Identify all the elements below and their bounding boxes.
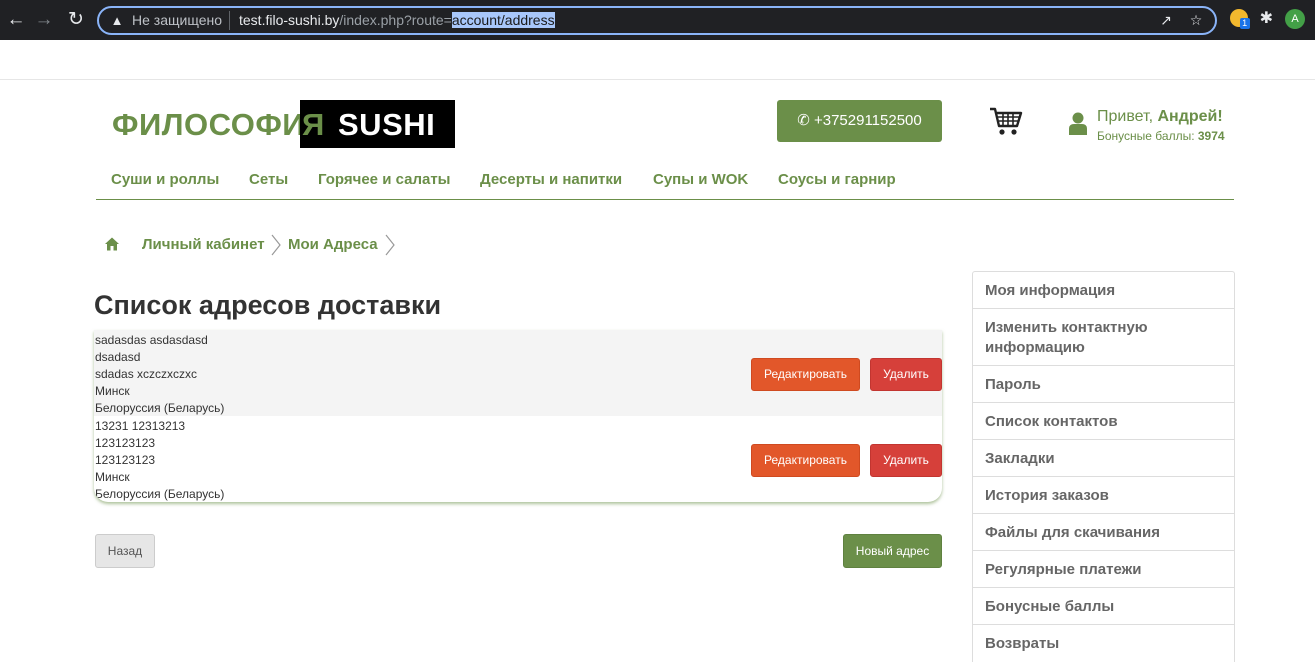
sidebar-item-contacts[interactable]: Список контактов xyxy=(973,403,1234,440)
edit-address-button[interactable]: Редактировать xyxy=(751,358,860,391)
reload-icon[interactable]: ↻ xyxy=(64,8,88,32)
address-text: 13231 12313213 123123123 123123123 Минск Бел… xyxy=(95,419,225,501)
phone-button[interactable]: ✆ +375291152500 xyxy=(777,100,942,142)
page-title: Список адресов доставки xyxy=(94,290,442,320)
back-arrow-icon[interactable]: ← xyxy=(4,8,28,32)
address-text: sadasdas asdasdasd dsadasd sdadas xczczxcz… xyxy=(95,333,225,415)
url-text[interactable]: test.filo-sushi.by/index.php?route=accou… xyxy=(239,12,555,29)
sidebar-item-edit-contact[interactable]: Изменить контактную информацию xyxy=(973,309,1234,366)
back-button[interactable]: Назад xyxy=(95,534,155,568)
delete-address-button[interactable]: Удалить xyxy=(870,444,942,477)
account-sidebar: Моя информация Изменить контактную инфор… xyxy=(972,271,1235,662)
menu-item-sets[interactable]: Сеты xyxy=(249,171,288,189)
user-greeting[interactable]: Привет, Андрей! xyxy=(1097,107,1223,126)
main-menu: Суши и роллы Сеты Горячее и салаты Десер… xyxy=(96,163,1234,200)
menu-item-hot-salads[interactable]: Горячее и салаты xyxy=(318,171,450,189)
sidebar-item-bookmarks[interactable]: Закладки xyxy=(973,440,1234,477)
warning-icon[interactable]: ▲ xyxy=(109,12,125,28)
sidebar-item-recurring[interactable]: Регулярные платежи xyxy=(973,551,1234,588)
url-host: test.filo-sushi.by xyxy=(239,12,340,28)
sidebar-item-order-history[interactable]: История заказов xyxy=(973,477,1234,514)
url-selected-text: account/address xyxy=(451,12,555,28)
menu-item-desserts-drinks[interactable]: Десерты и напитки xyxy=(480,171,622,189)
extension-badge: 1 xyxy=(1239,18,1250,29)
phone-icon: ✆ xyxy=(797,112,810,129)
logo-text-sushi: SUSHI xyxy=(338,107,436,142)
sidebar-item-downloads[interactable]: Файлы для скачивания xyxy=(973,514,1234,551)
sidebar-item-returns[interactable]: Возвраты xyxy=(973,625,1234,662)
sidebar-item-password[interactable]: Пароль xyxy=(973,366,1234,403)
user-name[interactable]: Андрей! xyxy=(1157,108,1222,125)
logo-text-green: ФИЛОСОФИ xyxy=(112,107,306,142)
browser-toolbar: ← → ↻ ▲ Не защищено test.filo-sushi.by/i… xyxy=(0,0,1315,40)
menu-item-soups-wok[interactable]: Супы и WOK xyxy=(653,171,748,189)
sidebar-item-bonus[interactable]: Бонусные баллы xyxy=(973,588,1234,625)
user-icon[interactable] xyxy=(1068,112,1088,136)
edit-address-button[interactable]: Редактировать xyxy=(751,444,860,477)
share-icon[interactable]: ↗ xyxy=(1155,11,1177,30)
logo-letter-ya: Я xyxy=(302,107,325,142)
table-row: sadasdas asdasdasd dsadasd sdadas xczczxcz… xyxy=(94,330,942,416)
url-path: /index.php?route= xyxy=(339,12,452,28)
url-divider xyxy=(229,11,230,30)
menu-item-sauces-garnish[interactable]: Соусы и гарнир xyxy=(778,171,896,189)
chevron-right-icon xyxy=(385,234,395,256)
menu-item-sushi-rolls[interactable]: Суши и роллы xyxy=(111,171,219,189)
bookmark-star-icon[interactable]: ☆ xyxy=(1185,11,1207,30)
table-row: 13231 12313213 123123123 123123123 Минск Бел… xyxy=(94,416,942,502)
breadcrumb-addresses[interactable]: Мои Адреса xyxy=(288,236,378,254)
home-icon[interactable] xyxy=(104,236,120,252)
phone-number: +375291152500 xyxy=(813,112,922,129)
top-strip xyxy=(0,40,1315,80)
forward-arrow-icon[interactable]: → xyxy=(32,8,56,32)
sidebar-item-my-info[interactable]: Моя информация xyxy=(973,272,1234,309)
extensions-puzzle-icon[interactable]: ✱ xyxy=(1260,9,1273,29)
address-table: sadasdas asdasdasd dsadasd sdadas xczczxcz… xyxy=(94,330,942,502)
cookie-extension-icon[interactable]: 1 xyxy=(1229,9,1250,29)
profile-avatar[interactable]: A xyxy=(1285,9,1305,29)
bonus-points: Бонусные баллы: 3974 xyxy=(1097,129,1225,143)
breadcrumb-account[interactable]: Личный кабинет xyxy=(142,236,265,254)
address-bar[interactable]: ▲ Не защищено test.filo-sushi.by/index.p… xyxy=(97,6,1217,35)
chevron-right-icon xyxy=(271,234,281,256)
bonus-value: 3974 xyxy=(1197,129,1225,143)
new-address-button[interactable]: Новый адрес xyxy=(843,534,942,568)
cart-icon[interactable] xyxy=(989,106,1023,136)
delete-address-button[interactable]: Удалить xyxy=(870,358,942,391)
not-secure-label[interactable]: Не защищено xyxy=(132,12,222,29)
